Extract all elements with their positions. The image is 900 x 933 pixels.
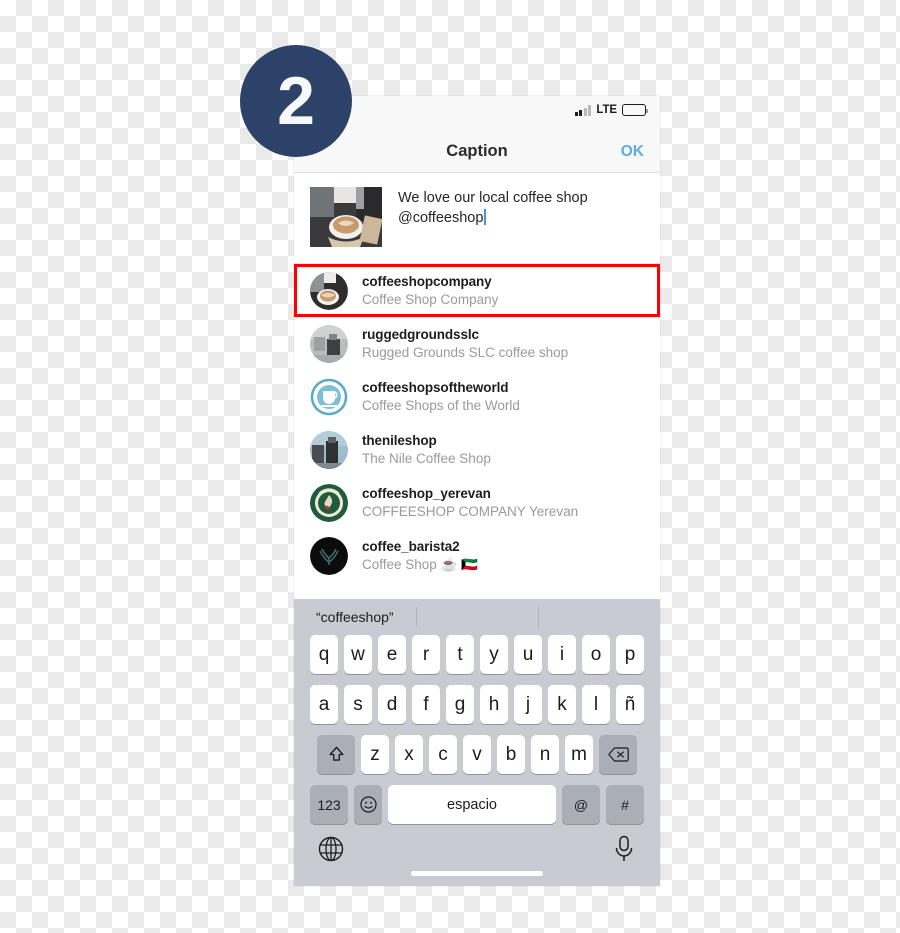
shift-icon[interactable] [317, 735, 355, 774]
key-v[interactable]: v [463, 735, 491, 774]
globe-icon[interactable] [318, 836, 344, 862]
caption-editor-row: We love our local coffee shop @coffeesho… [294, 173, 660, 264]
home-indicator [411, 871, 543, 876]
username: coffeeshopcompany [362, 273, 492, 289]
username: thenileshop [362, 432, 437, 448]
keyboard-row-1: q w e r t y u i o p [294, 635, 660, 674]
numeric-key[interactable]: 123 [310, 785, 348, 824]
avatar [310, 483, 348, 522]
emoji-icon[interactable] [354, 785, 382, 824]
key-z[interactable]: z [361, 735, 389, 774]
key-f[interactable]: f [412, 685, 440, 724]
username: coffeeshop_yerevan [362, 485, 491, 501]
step-number: 2 [277, 63, 315, 139]
prediction-bar: “coffeeshop” [294, 599, 660, 635]
caption-value: We love our local coffee shop @coffeesho… [398, 190, 588, 226]
key-t[interactable]: t [446, 635, 474, 674]
fullname: Rugged Grounds SLC coffee shop [362, 344, 569, 360]
key-w[interactable]: w [344, 635, 372, 674]
list-item[interactable]: coffeeshop_yerevan COFFEESHOP COMPANY Ye… [294, 476, 660, 529]
list-item-text: coffeeshopsoftheworld Coffee Shops of th… [362, 380, 520, 414]
backspace-icon[interactable] [599, 735, 637, 774]
list-item-text: coffeeshopcompany Coffee Shop Company [362, 274, 498, 308]
phone-screen: LTE Caption OK We love our local coffee … [294, 96, 660, 886]
page-title: Caption [446, 142, 508, 160]
key-o[interactable]: o [582, 635, 610, 674]
avatar [310, 377, 348, 416]
space-key[interactable]: espacio [388, 785, 556, 824]
key-n[interactable]: n [531, 735, 559, 774]
key-g[interactable]: g [446, 685, 474, 724]
signal-bars-icon [574, 104, 592, 116]
prediction-candidate[interactable]: “coffeeshop” [316, 609, 394, 625]
key-a[interactable]: a [310, 685, 338, 724]
keyboard-bottom-bar [294, 830, 660, 884]
ok-button[interactable]: OK [621, 143, 644, 161]
key-b[interactable]: b [497, 735, 525, 774]
key-i[interactable]: i [548, 635, 576, 674]
navigation-bar: Caption OK [294, 132, 660, 173]
post-thumbnail-icon [310, 187, 382, 247]
caption-text[interactable]: We love our local coffee shop @coffeesho… [398, 187, 644, 247]
prediction-divider [416, 607, 417, 627]
key-y[interactable]: y [480, 635, 508, 674]
text-cursor [483, 209, 486, 225]
fullname: Coffee Shop Company [362, 291, 499, 307]
username: ruggedgroundsslc [362, 326, 479, 342]
fullname: COFFEESHOP COMPANY Yerevan [362, 503, 579, 519]
mention-suggestion-list: coffeeshopcompany Coffee Shop Company ru… [294, 264, 660, 582]
keyboard-row-4: 123 espacio @ # [294, 785, 660, 824]
key-j[interactable]: j [514, 685, 542, 724]
avatar [310, 271, 348, 310]
key-c[interactable]: c [429, 735, 457, 774]
keyboard-row-3: z x c v b n m [294, 735, 660, 774]
key-d[interactable]: d [378, 685, 406, 724]
key-h[interactable]: h [480, 685, 508, 724]
list-item-text: coffeeshop_yerevan COFFEESHOP COMPANY Ye… [362, 486, 578, 520]
key-s[interactable]: s [344, 685, 372, 724]
avatar [310, 430, 348, 469]
network-label: LTE [596, 104, 617, 116]
key-m[interactable]: m [565, 735, 593, 774]
list-item[interactable]: coffeeshopcompany Coffee Shop Company [294, 264, 660, 317]
on-screen-keyboard: “coffeeshop” q w e r t y u i o p a s d f… [294, 599, 660, 886]
key-q[interactable]: q [310, 635, 338, 674]
fullname: The Nile Coffee Shop [362, 450, 491, 466]
battery-icon [622, 104, 649, 116]
username: coffeeshopsoftheworld [362, 379, 509, 395]
avatar [310, 324, 348, 363]
step-badge: 2 [240, 45, 352, 157]
prediction-divider [538, 607, 539, 627]
list-item-text: coffee_barista2 Coffee Shop ☕ 🇰🇼 [362, 539, 478, 573]
key-l[interactable]: l [582, 685, 610, 724]
key-k[interactable]: k [548, 685, 576, 724]
username: coffee_barista2 [362, 538, 460, 554]
list-item[interactable]: coffee_barista2 Coffee Shop ☕ 🇰🇼 [294, 529, 660, 582]
list-item-text: thenileshop The Nile Coffee Shop [362, 433, 491, 467]
key-x[interactable]: x [395, 735, 423, 774]
list-item[interactable]: ruggedgroundsslc Rugged Grounds SLC coff… [294, 317, 660, 370]
hash-key[interactable]: # [606, 785, 644, 824]
fullname: Coffee Shops of the World [362, 397, 520, 413]
list-item-text: ruggedgroundsslc Rugged Grounds SLC coff… [362, 327, 568, 361]
list-item[interactable]: thenileshop The Nile Coffee Shop [294, 423, 660, 476]
fullname: Coffee Shop ☕ 🇰🇼 [362, 556, 478, 572]
microphone-icon[interactable] [614, 835, 634, 863]
key-enye[interactable]: ñ [616, 685, 644, 724]
key-r[interactable]: r [412, 635, 440, 674]
key-e[interactable]: e [378, 635, 406, 674]
key-u[interactable]: u [514, 635, 542, 674]
status-indicators: LTE [574, 104, 649, 116]
keyboard-row-2: a s d f g h j k l ñ [294, 685, 660, 724]
at-key[interactable]: @ [562, 785, 600, 824]
list-item[interactable]: coffeeshopsoftheworld Coffee Shops of th… [294, 370, 660, 423]
key-p[interactable]: p [616, 635, 644, 674]
avatar [310, 536, 348, 575]
